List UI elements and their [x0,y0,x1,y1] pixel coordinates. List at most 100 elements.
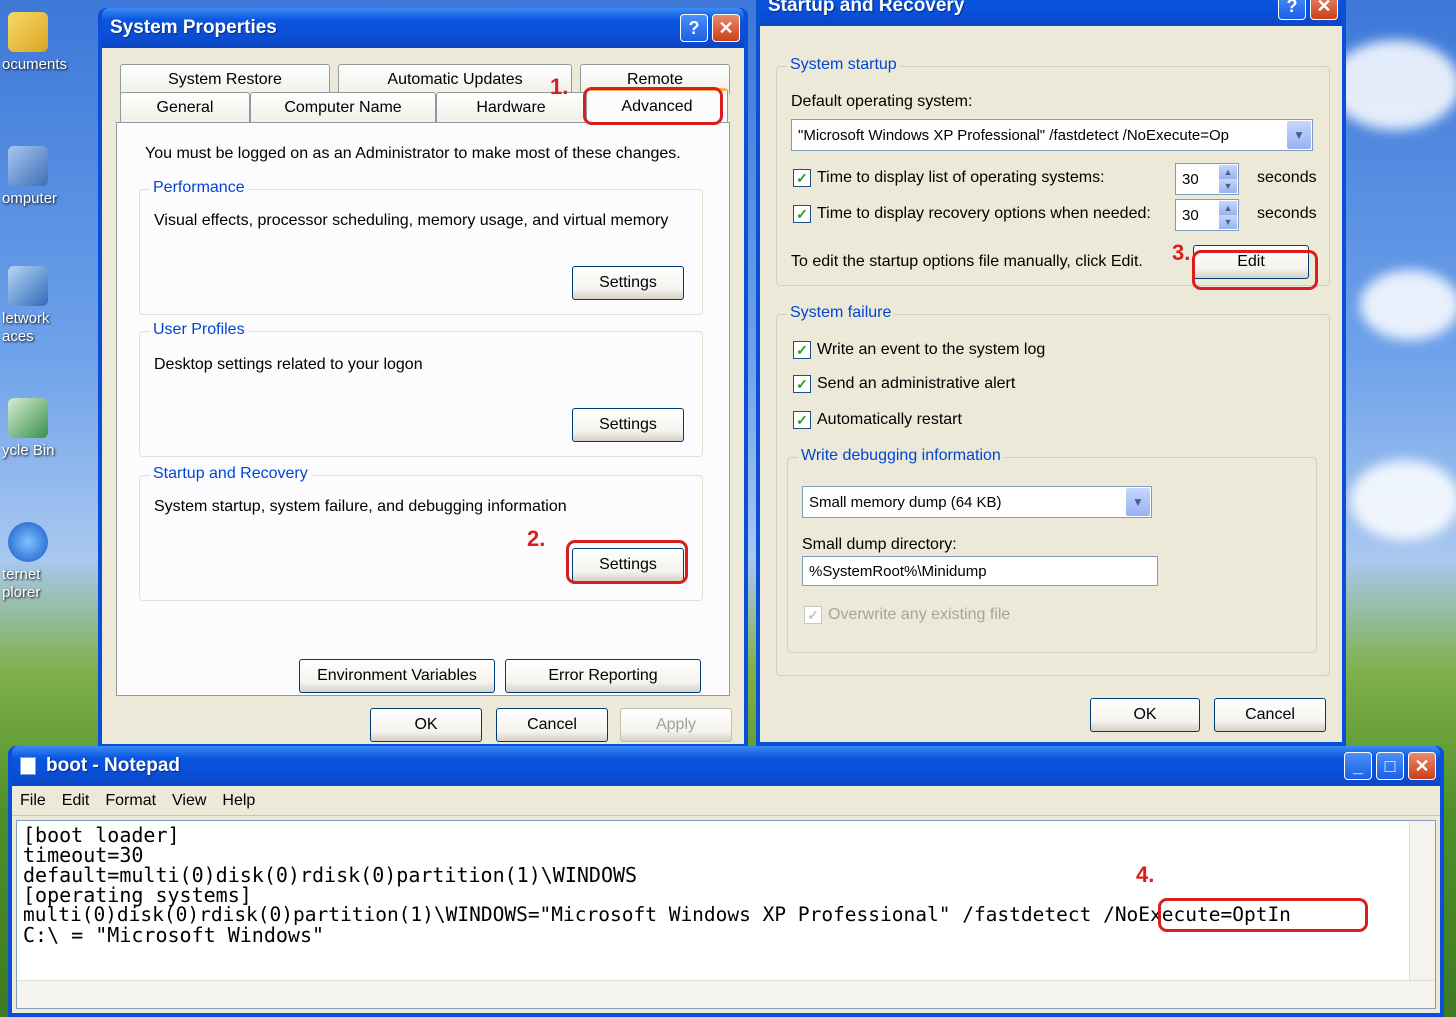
user-profiles-group: User Profiles Desktop settings related t… [139,321,703,457]
text-line: timeout=30 [23,843,144,867]
window-title: Startup and Recovery [768,0,965,16]
tab-general[interactable]: General [120,92,250,122]
window-title: boot - Notepad [46,755,181,776]
documents-folder-icon [8,12,48,52]
menu-file[interactable]: File [12,792,54,810]
system-properties-titlebar[interactable]: System Properties ? ✕ [102,8,744,48]
spin-up-icon[interactable]: ▲ [1219,201,1237,215]
recovery-time-checkbox[interactable]: ✓ [793,205,811,223]
tab-automatic-updates[interactable]: Automatic Updates [338,64,572,94]
startup-recovery-titlebar[interactable]: Startup and Recovery ? ✕ [760,0,1342,26]
default-os-label: Default operating system: [791,93,973,110]
environment-variables-button[interactable]: Environment Variables [299,659,495,693]
list-time-unit: seconds [1257,169,1317,186]
annotation-box-settings [566,540,688,584]
chevron-down-icon: ▼ [1287,121,1311,149]
system-failure-legend: System failure [787,304,895,322]
spin-up-icon[interactable]: ▲ [1219,165,1237,179]
list-time-checkbox[interactable]: ✓ [793,169,811,187]
dump-type-select[interactable]: Small memory dump (64 KB) ▼ [802,486,1152,518]
annotation-box-advanced-tab [583,87,723,125]
tab-system-restore[interactable]: System Restore [120,64,330,94]
list-time-label: Time to display list of operating system… [817,169,1105,186]
apply-button[interactable]: Apply [620,708,732,742]
chevron-down-icon: ▼ [1126,488,1150,516]
overwrite-checkbox[interactable]: ✓ [804,606,822,624]
desktop-icon-label: omputer [2,190,58,207]
debugging-group: Write debugging information Small memory… [787,447,1317,653]
menu-help[interactable]: Help [214,792,263,810]
cloud [1350,460,1456,540]
close-button[interactable]: ✕ [712,14,740,42]
menu-format[interactable]: Format [97,792,164,810]
desktop-icon-computer[interactable]: omputer [0,146,80,208]
user-profiles-settings-button[interactable]: Settings [572,408,684,442]
maximize-button[interactable]: □ [1376,752,1404,780]
horizontal-scrollbar[interactable] [17,980,1435,1008]
menu-view[interactable]: View [164,792,214,810]
text-line: default=multi(0)disk(0)rdisk(0)partition… [23,863,638,887]
annotation-step-2: 2. [527,526,546,551]
recycle-bin-icon [8,398,48,438]
notepad-titlebar[interactable]: boot - Notepad _ □ ✕ [12,746,1440,786]
system-startup-legend: System startup [787,56,900,74]
close-button[interactable]: ✕ [1310,0,1338,20]
default-os-select[interactable]: "Microsoft Windows XP Professional" /fas… [791,119,1313,151]
tab-panel: You must be logged on as an Administrato… [116,122,730,696]
send-alert-label: Send an administrative alert [817,375,1016,392]
spin-down-icon[interactable]: ▼ [1219,179,1237,193]
annotation-step-1: 1. [550,74,569,99]
desktop-icon-label: letwork aces [2,310,50,345]
desktop-icon-label: ycle Bin [2,442,55,459]
desktop-icon-recycle-bin[interactable]: ycle Bin [0,398,80,460]
minimize-button[interactable]: _ [1344,752,1372,780]
error-reporting-button[interactable]: Error Reporting [505,659,701,693]
tab-computer-name[interactable]: Computer Name [250,92,436,122]
auto-restart-label: Automatically restart [817,411,962,428]
desktop-icon-label: ocuments [2,56,68,73]
help-button[interactable]: ? [1278,0,1306,20]
system-properties-client: System Restore Automatic Updates Remote … [102,48,744,744]
overwrite-label: Overwrite any existing file [828,606,1011,623]
auto-restart-checkbox[interactable]: ✓ [793,411,811,429]
dump-directory-input[interactable]: %SystemRoot%\Minidump [802,556,1158,586]
debugging-legend: Write debugging information [798,447,1004,465]
menu-bar: File Edit Format View Help [12,786,1440,816]
internet-explorer-icon [8,522,48,562]
help-button[interactable]: ? [680,14,708,42]
annotation-box-noexecute [1158,898,1368,932]
startup-recovery-client: System startup Default operating system:… [760,26,1342,742]
annotation-step-4: 4. [1136,862,1155,887]
cloud [1360,270,1456,340]
vertical-scrollbar[interactable] [1409,821,1435,980]
performance-settings-button[interactable]: Settings [572,266,684,300]
close-button[interactable]: ✕ [1408,752,1436,780]
ok-button[interactable]: OK [370,708,482,742]
cloud [1330,40,1456,130]
system-failure-group: System failure ✓ Write an event to the s… [776,304,1330,676]
text-line: [boot loader] [23,823,180,847]
menu-edit[interactable]: Edit [54,792,98,810]
recovery-time-unit: seconds [1257,205,1317,222]
admin-note: You must be logged on as an Administrato… [145,145,681,162]
annotation-step-3: 3. [1172,240,1191,265]
window-title: System Properties [110,17,277,38]
user-profiles-legend: User Profiles [150,321,248,339]
desktop-icon-documents[interactable]: ocuments [0,12,80,74]
list-time-spinner[interactable]: 30 ▲ ▼ [1175,163,1239,195]
performance-group: Performance Visual effects, processor sc… [139,179,703,315]
write-event-checkbox[interactable]: ✓ [793,341,811,359]
cancel-button[interactable]: Cancel [496,708,608,742]
desktop-icon-ie[interactable]: ternet plorer [0,522,80,602]
cancel-button[interactable]: Cancel [1214,698,1326,732]
startup-recovery-window: Startup and Recovery ? ✕ System startup … [756,0,1346,746]
annotation-box-edit [1192,250,1318,290]
network-places-icon [8,266,48,306]
write-event-label: Write an event to the system log [817,341,1046,358]
send-alert-checkbox[interactable]: ✓ [793,375,811,393]
recovery-time-spinner[interactable]: 30 ▲ ▼ [1175,199,1239,231]
spin-down-icon[interactable]: ▼ [1219,215,1237,229]
ok-button[interactable]: OK [1090,698,1200,732]
desktop-icon-label: ternet plorer [2,566,41,601]
desktop-icon-network[interactable]: letwork aces [0,266,80,346]
